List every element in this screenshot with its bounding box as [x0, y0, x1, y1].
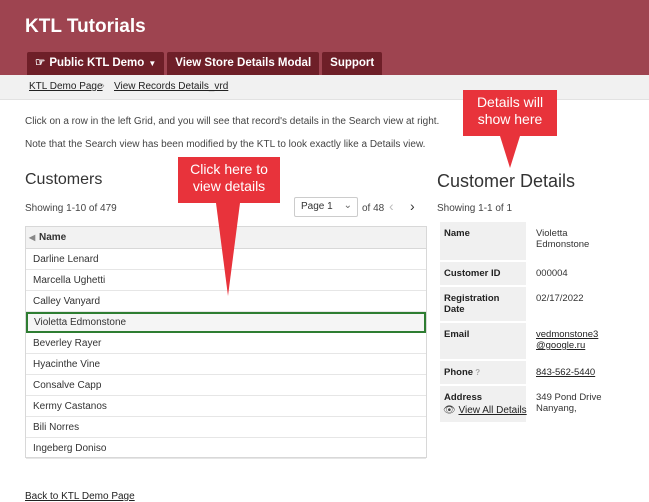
back-link[interactable]: Back to KTL Demo Page — [25, 491, 135, 502]
address-line-2: Nanyang, — [536, 403, 577, 414]
intro-text-2: Note that the Search view has been modif… — [25, 139, 426, 150]
page-total: of 48 — [362, 203, 385, 214]
customer-details-panel: Name Violetta Edmonstone Customer ID 000… — [440, 222, 617, 422]
phone-label: Phone — [444, 367, 474, 378]
nav-public-ktl-demo[interactable]: ☞ Public KTL Demo ▼ — [27, 52, 165, 75]
eye-icon: 👁 — [443, 405, 456, 416]
detail-email: Email vedmonstone3 @google.ru — [440, 323, 617, 359]
hand-pointer-icon: ☞ — [35, 57, 46, 69]
nav-label: Public KTL Demo — [49, 57, 145, 69]
detail-customer-id: Customer ID 000004 — [440, 262, 617, 285]
detail-label: Phone ? — [440, 361, 526, 384]
detail-value: 349 Pond Drive Nanyang, — [536, 386, 617, 422]
detail-label: Customer ID — [440, 262, 526, 285]
callout-left-line-2: view details — [192, 178, 266, 194]
detail-registration-date: Registration Date 02/17/2022 — [440, 287, 617, 321]
intro-text-1: Click on a row in the left Grid, and you… — [25, 116, 440, 127]
email-line-2: @google.ru — [536, 340, 586, 351]
table-row[interactable]: Bili Norres — [26, 417, 426, 438]
view-all-details-link[interactable]: 👁 View All Details — [443, 405, 527, 416]
table-row[interactable]: Consalve Capp — [26, 375, 426, 396]
breadcrumb-current[interactable]: View Records Details_vrd — [114, 81, 228, 92]
callout-left: Click here to view details — [178, 157, 280, 203]
details-count: Showing 1-1 of 1 — [437, 203, 513, 214]
name-line-1: Violetta — [536, 228, 568, 239]
table-row[interactable]: Kermy Castanos — [26, 396, 426, 417]
phone-link[interactable]: 843-562-5440 — [536, 361, 617, 384]
callout-right-pointer — [500, 136, 520, 168]
detail-address: Address 349 Pond Drive Nanyang, — [440, 386, 617, 422]
callout-left-pointer — [216, 203, 240, 296]
caret-down-icon: ▼ — [148, 59, 157, 68]
detail-label: Name — [440, 222, 526, 260]
next-page-icon[interactable]: › — [410, 198, 415, 214]
address-line-1: 349 Pond Drive — [536, 392, 602, 403]
nav-label: Support — [330, 57, 375, 69]
prev-page-icon[interactable]: ‹ — [389, 198, 394, 214]
column-header-label: Name — [39, 232, 67, 243]
callout-left-line-1: Click here to — [190, 161, 268, 177]
detail-label: Address — [440, 386, 526, 422]
help-icon[interactable]: ? — [473, 368, 480, 377]
detail-value: 000004 — [536, 268, 568, 279]
callout-right-line-1: Details will — [476, 94, 544, 110]
table-row[interactable]: Hyacinthe Vine — [26, 354, 426, 375]
main-nav: ☞ Public KTL Demo ▼ View Store Details M… — [27, 52, 383, 75]
table-row-selected[interactable]: Violetta Edmonstone — [26, 312, 426, 333]
nav-view-store-details-modal[interactable]: View Store Details Modal — [167, 52, 320, 75]
detail-value: 02/17/2022 — [536, 293, 584, 304]
detail-label: Email — [440, 323, 526, 359]
email-line-1: vedmonstone3 — [536, 329, 599, 340]
nav-support[interactable]: Support — [322, 52, 383, 75]
app-title: KTL Tutorials — [25, 16, 146, 37]
details-title: Customer Details — [437, 171, 576, 191]
callout-right-line-2: show here — [477, 111, 543, 127]
detail-label: Registration Date — [440, 287, 526, 321]
callout-right: Details will show here — [463, 90, 557, 136]
view-all-label: View All Details — [458, 405, 527, 416]
detail-name: Name Violetta Edmonstone — [440, 222, 617, 260]
page-select[interactable]: Page 1 ⌄ — [294, 197, 358, 217]
app-header: KTL Tutorials ☞ Public KTL Demo ▼ View S… — [0, 0, 649, 75]
nav-label: View Store Details Modal — [175, 57, 312, 69]
table-row[interactable]: Beverley Rayer — [26, 333, 426, 354]
chevron-down-icon: ⌄ — [343, 200, 352, 211]
sort-icon: ◀ — [29, 233, 36, 242]
table-row[interactable]: Ingeberg Doniso — [26, 438, 426, 459]
chevron-right-icon: › — [101, 80, 105, 92]
detail-value: Violetta Edmonstone — [536, 222, 617, 260]
customers-count: Showing 1-10 of 479 — [25, 203, 117, 214]
page-select-value: Page 1 — [301, 201, 333, 212]
name-line-2: Edmonstone — [536, 239, 590, 250]
breadcrumb-home-link[interactable]: KTL Demo Page — [29, 81, 103, 92]
customers-title: Customers — [25, 171, 103, 188]
email-link[interactable]: vedmonstone3 @google.ru — [536, 323, 617, 359]
detail-phone: Phone ? 843-562-5440 — [440, 361, 617, 384]
